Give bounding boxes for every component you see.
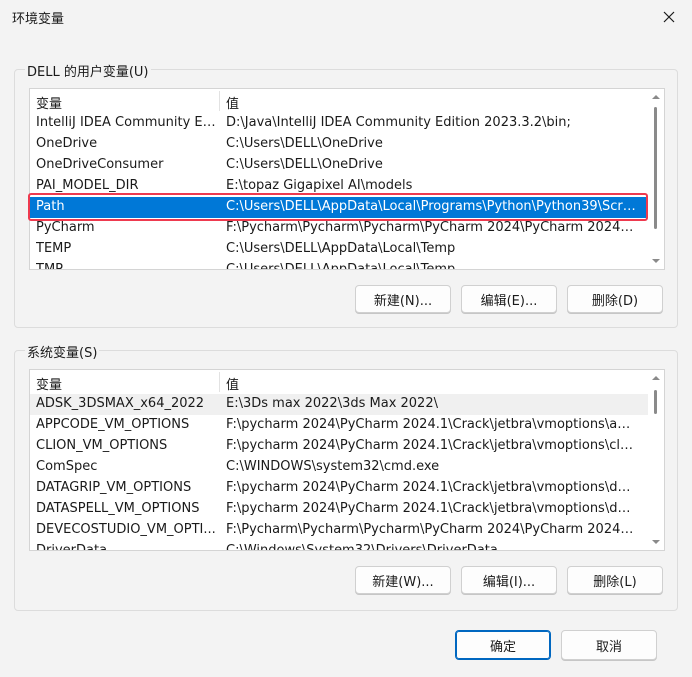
user-vars-list-header: 变量 值	[30, 89, 648, 113]
user-delete-button[interactable]: 删除(D)	[567, 285, 663, 313]
var-name: TEMP	[36, 241, 72, 256]
user-edit-button[interactable]: 编辑(E)...	[461, 285, 557, 313]
table-row[interactable]: DATASPELL_VM_OPTIONS F:\pycharm 2024\PyCh…	[30, 499, 648, 520]
table-row[interactable]: PAI_MODEL_DIR E:\topaz Gigapixel AI\model…	[30, 176, 648, 197]
var-name: DATAGRIP_VM_OPTIONS	[36, 480, 192, 495]
var-value: C:\Users\DELL\AppData\Local\Programs\Pyt…	[226, 199, 636, 214]
system-edit-button[interactable]: 编辑(I)...	[461, 566, 557, 594]
var-name: DATASPELL_VM_OPTIONS	[36, 501, 200, 516]
var-name: DriverData	[36, 543, 108, 551]
system-vars-list[interactable]: 变量 值 ADSK_3DSMAX_x64_2022 E:\3Ds max 2022…	[29, 369, 665, 551]
system-vars-rows: ADSK_3DSMAX_x64_2022 E:\3Ds max 2022\3ds …	[30, 394, 648, 551]
var-name: DEVECOSTUDIO_VM_OPTI...	[36, 522, 216, 537]
table-row-selected[interactable]: Path C:\Users\DELL\AppData\Local\Programs…	[30, 197, 648, 218]
column-separator[interactable]	[219, 91, 220, 111]
table-row[interactable]: APPCODE_VM_OPTIONS F:\pycharm 2024\PyChar…	[30, 415, 648, 436]
var-value: C:\Users\DELL\AppData\Local\Temp	[226, 241, 456, 256]
var-name: OneDrive	[36, 136, 98, 151]
scroll-up-icon[interactable]	[652, 374, 660, 382]
var-value: C:\Users\DELL\AppData\Local\Temp	[226, 262, 456, 270]
close-icon	[663, 11, 675, 23]
var-name: OneDriveConsumer	[36, 157, 164, 172]
system-delete-button[interactable]: 删除(L)	[567, 566, 663, 594]
user-vars-rows: IntelliJ IDEA Community Ed... D:\Java\Int…	[30, 113, 648, 270]
table-row[interactable]: ComSpec C:\WINDOWS\system32\cmd.exe	[30, 457, 648, 478]
var-name: PyCharm	[36, 220, 95, 235]
user-vars-group-label: DELL 的用户变量(U)	[25, 61, 151, 80]
system-vars-group: 系统变量(S) 变量 值 ADSK_3DSMAX_x64_2022 E:\3Ds …	[14, 342, 678, 611]
var-value: E:\3Ds max 2022\3ds Max 2022\	[226, 396, 438, 411]
var-name: IntelliJ IDEA Community Ed...	[36, 115, 216, 130]
var-name: TMP	[36, 262, 63, 270]
table-row[interactable]: IntelliJ IDEA Community Ed... D:\Java\Int…	[30, 113, 648, 134]
close-button[interactable]	[646, 0, 692, 34]
var-value: F:\pycharm 2024\PyCharm 2024.1\Crack\jet…	[226, 501, 636, 516]
user-new-button[interactable]: 新建(N)...	[355, 285, 451, 313]
table-row[interactable]: DEVECOSTUDIO_VM_OPTI... F:\Pycharm\Pychar…	[30, 520, 648, 541]
var-name: ComSpec	[36, 459, 98, 474]
var-value: F:\Pycharm\Pycharm\Pycharm\PyCharm 2024\…	[226, 522, 636, 537]
user-vars-list[interactable]: 变量 值 IntelliJ IDEA Community Ed... D:\Jav…	[29, 88, 665, 270]
table-row[interactable]: PyCharm F:\Pycharm\Pycharm\Pycharm\PyChar…	[30, 218, 648, 239]
scroll-thumb[interactable]	[654, 390, 657, 414]
system-vars-group-label: 系统变量(S)	[25, 342, 100, 361]
var-value: C:\Users\DELL\OneDrive	[226, 136, 383, 151]
table-row[interactable]: CLION_VM_OPTIONS F:\pycharm 2024\PyCharm …	[30, 436, 648, 457]
var-name: PAI_MODEL_DIR	[36, 178, 139, 193]
column-separator[interactable]	[219, 372, 220, 392]
table-row[interactable]: DATAGRIP_VM_OPTIONS F:\pycharm 2024\PyCha…	[30, 478, 648, 499]
var-name: APPCODE_VM_OPTIONS	[36, 417, 190, 432]
table-row[interactable]: OneDrive C:\Users\DELL\OneDrive	[30, 134, 648, 155]
scroll-thumb[interactable]	[654, 107, 657, 229]
var-name: ADSK_3DSMAX_x64_2022	[36, 396, 205, 411]
vertical-scrollbar[interactable]	[648, 370, 664, 550]
ok-button[interactable]: 确定	[455, 630, 551, 660]
user-vars-group: DELL 的用户变量(U) 变量 值 IntelliJ IDEA Communi…	[14, 61, 678, 328]
table-row[interactable]: ADSK_3DSMAX_x64_2022 E:\3Ds max 2022\3ds …	[30, 394, 648, 415]
table-row[interactable]: TMP C:\Users\DELL\AppData\Local\Temp	[30, 260, 648, 270]
cancel-button[interactable]: 取消	[561, 630, 657, 660]
var-name: Path	[36, 199, 65, 214]
var-value: F:\pycharm 2024\PyCharm 2024.1\Crack\jet…	[226, 438, 636, 453]
scroll-up-icon[interactable]	[652, 93, 660, 101]
var-value: C:\Users\DELL\OneDrive	[226, 157, 383, 172]
vertical-scrollbar[interactable]	[648, 89, 664, 269]
window-title: 环境变量	[12, 12, 65, 27]
column-header-value[interactable]: 值	[226, 374, 239, 393]
system-new-button[interactable]: 新建(W)...	[355, 566, 451, 594]
var-value: D:\Java\IntelliJ IDEA Community Edition …	[226, 115, 571, 130]
scroll-down-icon[interactable]	[652, 257, 660, 265]
var-value: C:\WINDOWS\system32\cmd.exe	[226, 459, 440, 474]
column-header-value[interactable]: 值	[226, 93, 239, 112]
table-row[interactable]: OneDriveConsumer C:\Users\DELL\OneDrive	[30, 155, 648, 176]
title-bar: 环境变量	[0, 0, 692, 34]
var-value: E:\topaz Gigapixel AI\models	[226, 178, 413, 193]
var-value: F:\pycharm 2024\PyCharm 2024.1\Crack\jet…	[226, 417, 636, 432]
table-row[interactable]: TEMP C:\Users\DELL\AppData\Local\Temp	[30, 239, 648, 260]
var-value: F:\Pycharm\Pycharm\Pycharm\PyCharm 2024\…	[226, 220, 636, 235]
column-header-name[interactable]: 变量	[36, 93, 62, 112]
column-header-name[interactable]: 变量	[36, 374, 62, 393]
system-vars-list-header: 变量 值	[30, 370, 648, 394]
scroll-down-icon[interactable]	[652, 538, 660, 546]
var-value: C:\Windows\System32\Drivers\DriverData	[226, 543, 498, 551]
table-row[interactable]: DriverData C:\Windows\System32\Drivers\Dr…	[30, 541, 648, 551]
var-name: CLION_VM_OPTIONS	[36, 438, 168, 453]
var-value: F:\pycharm 2024\PyCharm 2024.1\Crack\jet…	[226, 480, 636, 495]
